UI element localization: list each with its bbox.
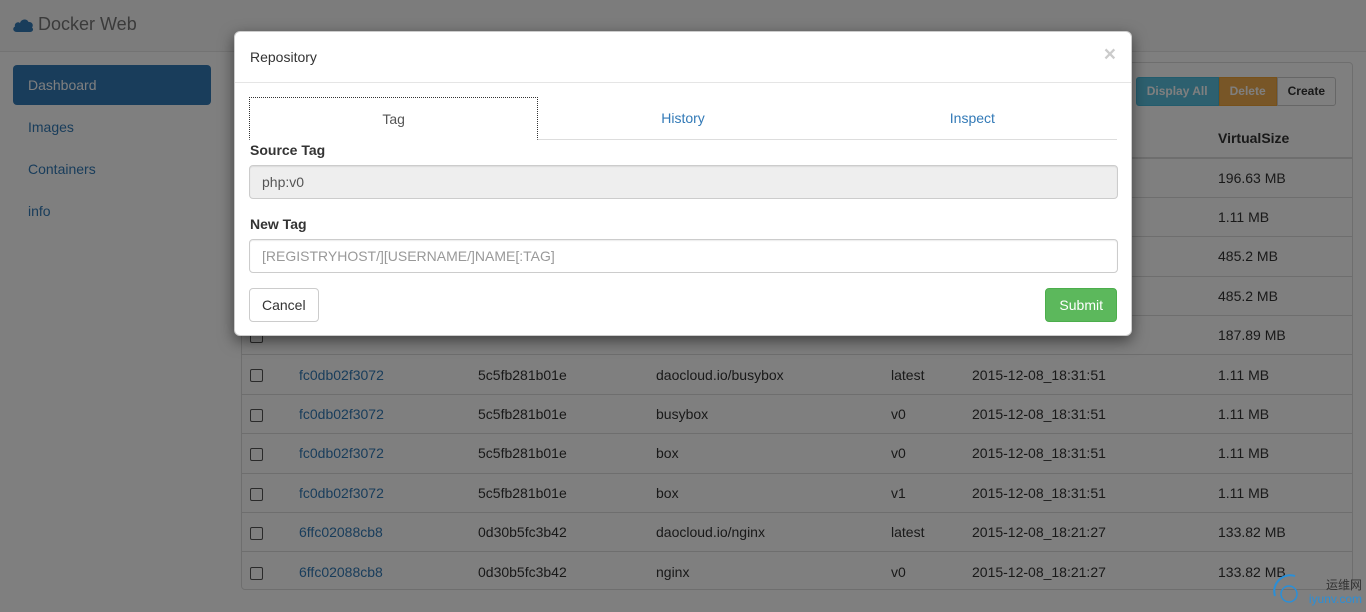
source-tag-input[interactable] (249, 165, 1118, 199)
modal-tabs: Tag History Inspect (249, 97, 1117, 140)
watermark-en: iyunv.com (1308, 592, 1362, 606)
modal-title: Repository (250, 49, 317, 65)
watermark: 运维网 iyunv.com (1269, 566, 1362, 606)
source-tag-label: Source Tag (250, 142, 326, 158)
watermark-cn: 运维网 (1325, 578, 1362, 592)
repository-modal: Repository × Tag History Inspect Source … (234, 31, 1132, 336)
new-tag-input[interactable] (249, 239, 1118, 273)
modal-header: Repository × (235, 32, 1131, 83)
new-tag-label: New Tag (250, 216, 307, 232)
tab-tag[interactable]: Tag (249, 97, 539, 140)
tab-history[interactable]: History (538, 97, 827, 140)
watermark-logo-icon (1273, 574, 1298, 603)
tab-inspect[interactable]: Inspect (828, 97, 1117, 140)
close-icon[interactable]: × (1104, 44, 1116, 65)
submit-button[interactable]: Submit (1045, 288, 1117, 322)
cancel-button[interactable]: Cancel (249, 288, 319, 322)
